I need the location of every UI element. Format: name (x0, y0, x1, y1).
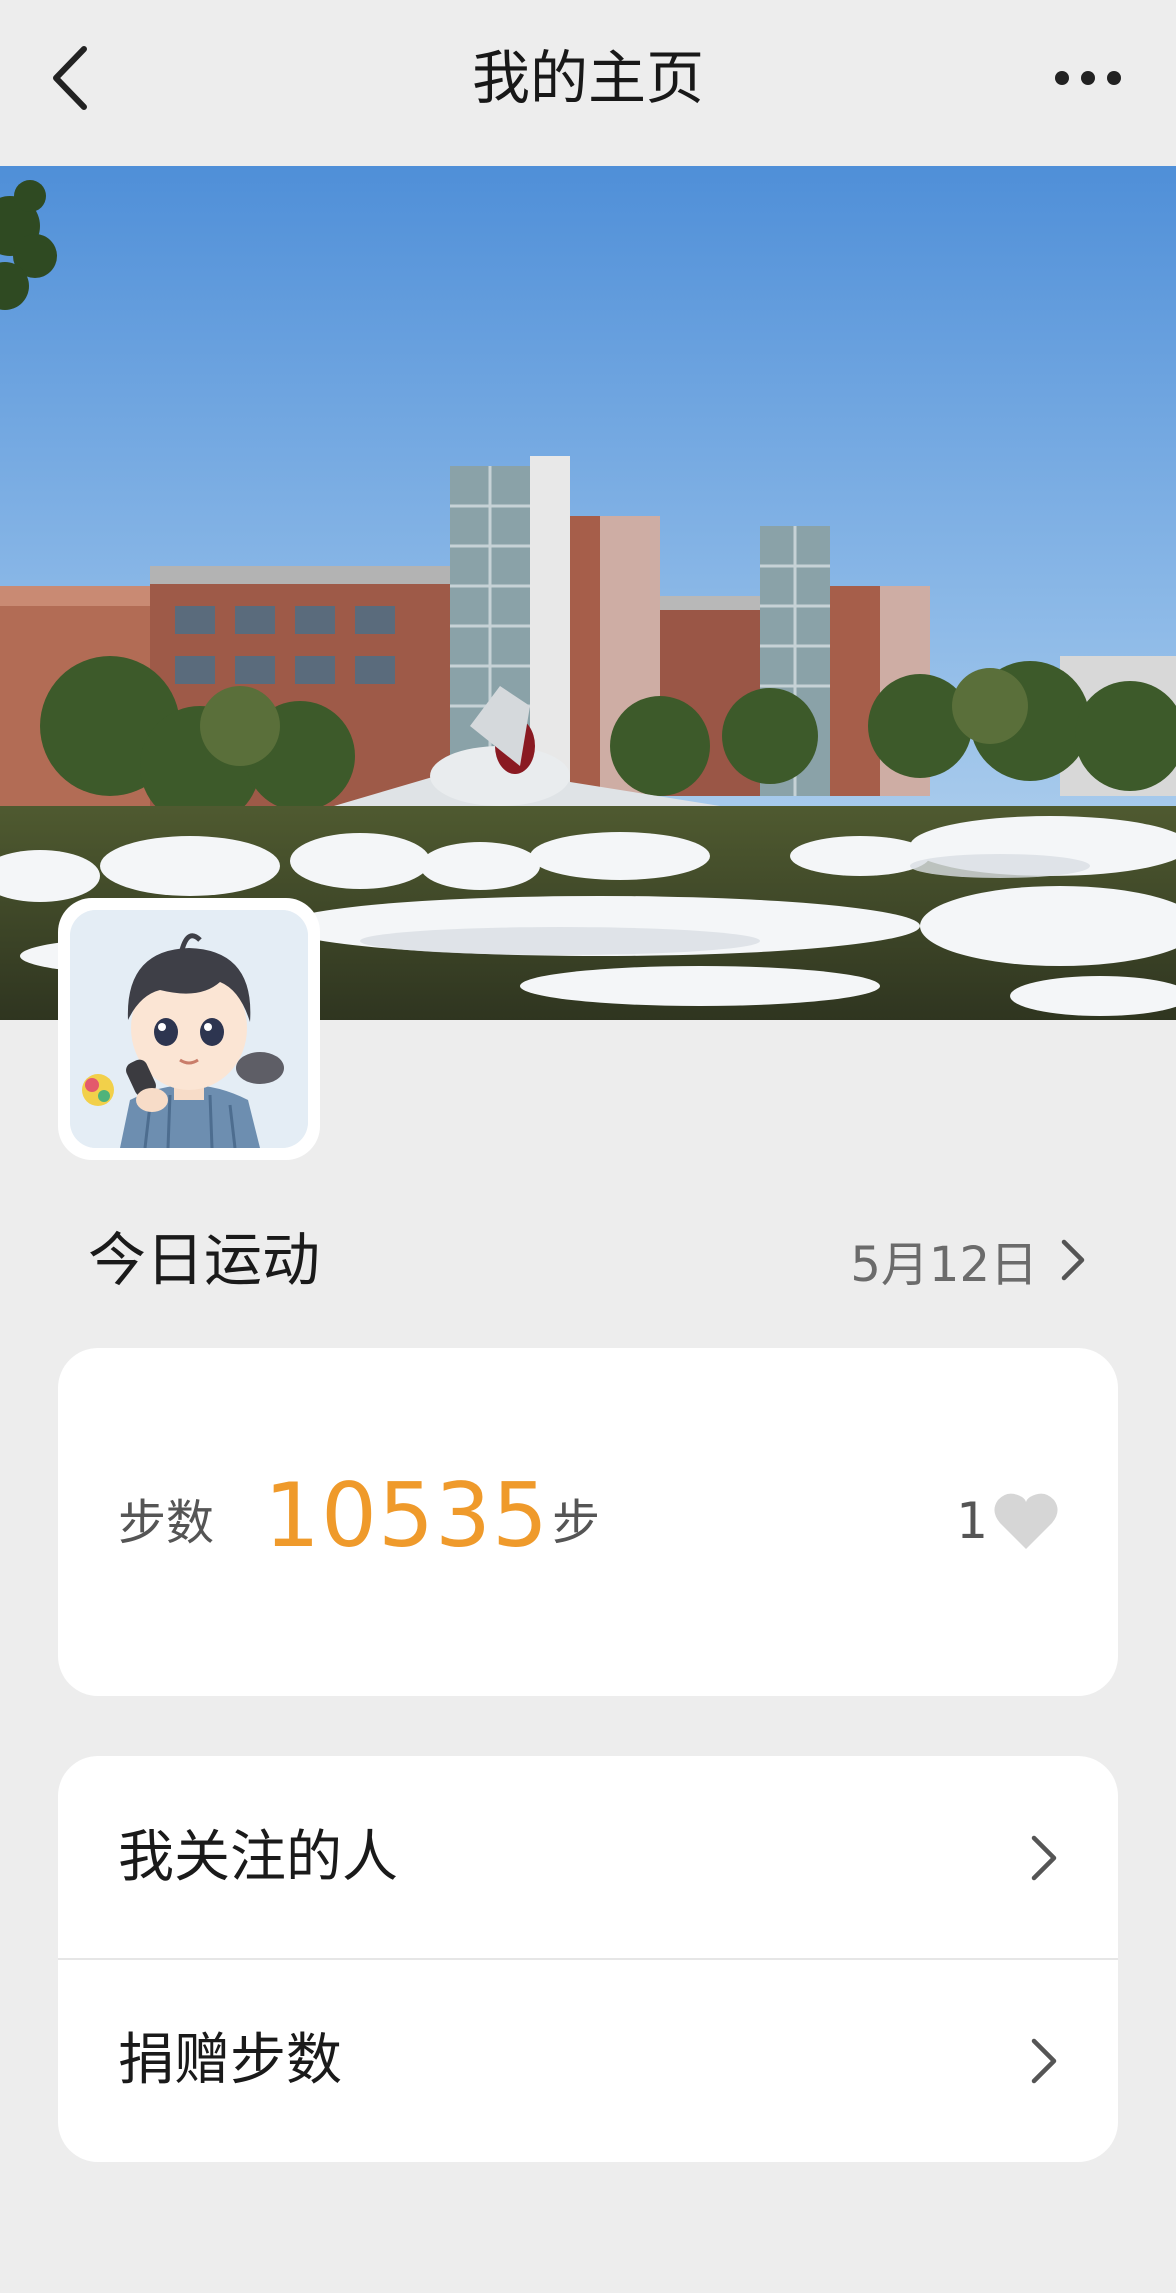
chevron-right-icon (1031, 1835, 1057, 1881)
date-selector[interactable]: 5月12日 (850, 1220, 1086, 1300)
chevron-right-icon (1061, 1239, 1085, 1281)
chevron-right-icon (1031, 2038, 1057, 2084)
date-label: 5月12日 (850, 1237, 1038, 1293)
page-title: 我的主页 (471, 44, 704, 112)
cover-image (0, 166, 1176, 1020)
more-button[interactable] (1048, 38, 1128, 118)
steps-unit: 步 (552, 1495, 601, 1551)
like-button[interactable]: 1 (956, 1486, 1060, 1556)
today-activity-title: 今日运动 (88, 1226, 321, 1294)
steps-card: 步数 10535 步 1 (58, 1348, 1118, 1696)
avatar[interactable] (58, 898, 320, 1160)
cover-photo[interactable] (0, 166, 1176, 1020)
menu-item-label: 捐赠步数 (118, 2028, 342, 2093)
menu-item-donate-steps[interactable]: 捐赠步数 (58, 1959, 1118, 2162)
menu-card: 我关注的人 捐赠步数 (58, 1756, 1118, 2162)
steps-label: 步数 (118, 1495, 215, 1551)
nav-bar: 我的主页 (0, 0, 1176, 166)
avatar-image (70, 910, 308, 1148)
more-horizontal-icon (1055, 71, 1121, 85)
menu-item-label: 我关注的人 (118, 1825, 398, 1890)
heart-icon (994, 1493, 1058, 1549)
menu-item-following[interactable]: 我关注的人 (58, 1756, 1118, 1959)
steps-value: 10535 (264, 1464, 549, 1567)
likes-count: 1 (956, 1492, 988, 1550)
